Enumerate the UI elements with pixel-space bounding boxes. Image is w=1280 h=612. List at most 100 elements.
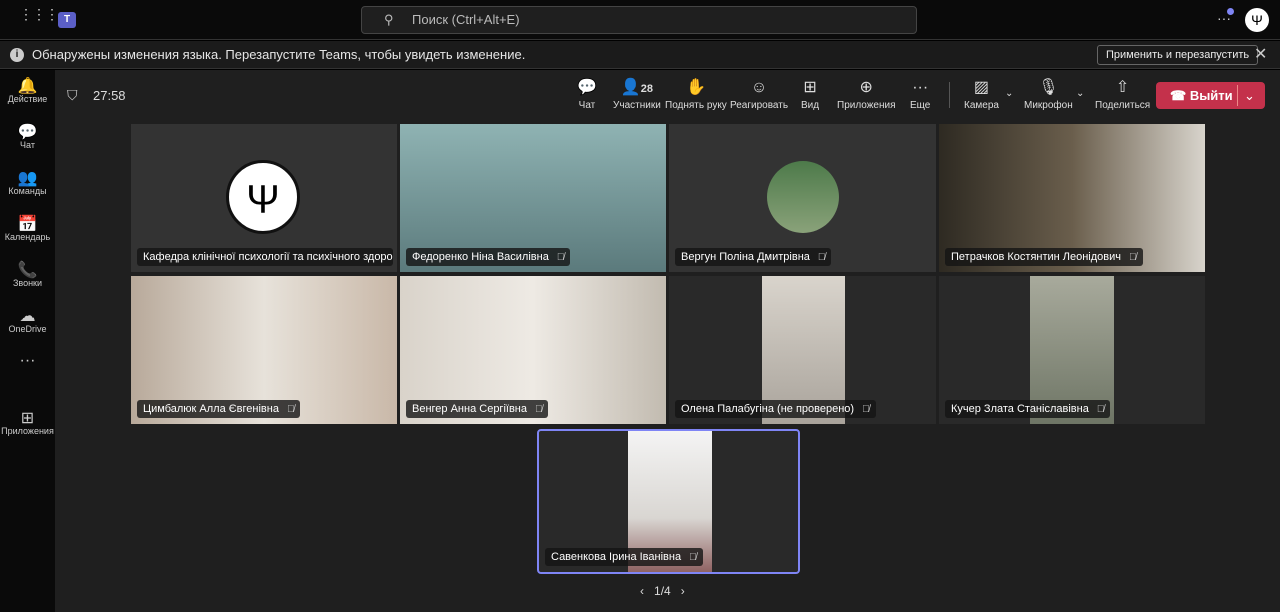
- share-icon: ⇧: [1115, 79, 1130, 96]
- leave-button[interactable]: ☎ Выйти ⌄: [1156, 82, 1265, 109]
- avatar[interactable]: Ψ: [1245, 8, 1269, 32]
- page-indicator: 1/4: [654, 584, 671, 598]
- label: Приложения: [837, 100, 896, 111]
- mic-muted-icon: 🎙̸: [286, 404, 295, 415]
- participant-tile[interactable]: Цимбалюк Алла Євгенівна 🎙̸: [131, 276, 397, 424]
- rail-label: OneDrive: [8, 324, 47, 334]
- label: Поделиться: [1095, 100, 1151, 111]
- participant-name-label: Кучер Злата Станіславівна 🎙̸: [945, 400, 1111, 418]
- rail-item-звонки[interactable]: 📞 Звонки: [0, 254, 55, 300]
- label: Участники: [613, 100, 661, 111]
- participant-tile[interactable]: Федоренко Ніна Василівна 🎙̸: [400, 124, 666, 272]
- camera-options-chevron-icon[interactable]: ⌄: [1005, 88, 1013, 99]
- react-button[interactable]: ☺ Реагировать: [730, 78, 788, 111]
- close-icon[interactable]: ✕: [1254, 41, 1267, 69]
- info-icon: i: [10, 48, 24, 62]
- rail-item-действие[interactable]: 🔔 Действие: [0, 70, 55, 116]
- label: Чат: [578, 100, 596, 111]
- raise-hand-button[interactable]: ✋ Поднять руку: [665, 78, 727, 111]
- next-page-icon[interactable]: ›: [681, 584, 685, 598]
- label: Камера: [964, 100, 999, 111]
- mic-muted-icon: 🎙̸: [1129, 252, 1137, 263]
- mic-muted-icon: 🎙̸: [817, 252, 826, 263]
- app-rail: 🔔 Действие 💬 Чат 👥 Команды 📅 Календарь 📞 Звонки ☁ O…: [0, 70, 55, 612]
- view-button[interactable]: ⊞ Вид: [801, 78, 819, 111]
- rail-item-приложения[interactable]: ⊞ Приложения: [0, 402, 55, 448]
- pager: ‹ 1/4 ›: [640, 584, 685, 598]
- participant-name: Олена Палабугіна (не проверено): [681, 403, 855, 415]
- participant-avatar: Ψ: [226, 160, 300, 234]
- rail-item-календарь[interactable]: 📅 Календарь: [0, 208, 55, 254]
- apps-button[interactable]: ⊕ Приложения: [837, 78, 896, 111]
- participant-name-label: Олена Палабугіна (не проверено) 🎙̸: [675, 400, 876, 418]
- mic-muted-icon: 🎙̸: [862, 404, 870, 415]
- participant-name-label: Венгер Анна Сергіївна 🎙̸: [406, 400, 549, 418]
- shield-icon: ⛉: [67, 87, 78, 103]
- participants-button[interactable]: 👤28 Участники: [613, 78, 661, 111]
- mic-muted-icon: 🎙̸: [689, 552, 697, 563]
- teams-logo-icon: T: [58, 12, 76, 28]
- rail-item-команды[interactable]: 👥 Команды: [0, 162, 55, 208]
- meeting-stage: ⛉ 27:58 💬 Чат 👤28 Участники ✋ Поднять руку …: [55, 70, 1280, 612]
- participant-name-label: Вергун Поліна Дмитрівна 🎙̸: [675, 248, 832, 266]
- participant-name: Федоренко Ніна Василівна: [412, 251, 549, 263]
- hand-icon: ✋: [685, 79, 706, 96]
- mic-muted-icon: 🎙̸: [556, 252, 565, 263]
- label: Вид: [801, 100, 820, 111]
- mic-off-icon: 🎙: [1038, 79, 1059, 96]
- people-icon: 👤28: [620, 79, 653, 96]
- rail-label: Приложения: [1, 426, 54, 436]
- more-icon: ···: [912, 79, 929, 96]
- camera-button[interactable]: ▨ Камера: [964, 78, 999, 111]
- mic-options-chevron-icon[interactable]: ⌄: [1076, 88, 1084, 99]
- chat-icon: 💬: [17, 124, 38, 141]
- participant-tile[interactable]: Венгер Анна Сергіївна 🎙̸: [400, 276, 666, 424]
- meeting-timer: 27:58: [93, 88, 126, 103]
- participant-name-label: Цимбалюк Алла Євгенівна 🎙̸: [137, 400, 301, 418]
- participant-tile[interactable]: Петрачков Костянтин Леонідович 🎙̸: [939, 124, 1205, 272]
- participant-name: Савенкова Ірина Іванівна: [551, 551, 682, 563]
- search-input[interactable]: ⚲ Поиск (Ctrl+Alt+E): [361, 6, 917, 34]
- participant-name: Кучер Злата Станіславівна: [951, 403, 1089, 415]
- bell-icon: 🔔: [17, 78, 38, 95]
- rail-item-more[interactable]: ···: [0, 346, 55, 392]
- grid-view-icon: ⊞: [803, 79, 817, 96]
- participant-name: Цимбалюк Алла Євгенівна: [143, 403, 279, 415]
- divider: [949, 82, 950, 108]
- rail-label: Действие: [7, 94, 48, 104]
- share-button[interactable]: ⇧ Поделиться: [1095, 78, 1150, 111]
- participant-name-label: Федоренко Ніна Василівна 🎙̸: [406, 248, 571, 266]
- mic-button[interactable]: 🎙 Микрофон: [1024, 78, 1073, 111]
- participant-tile[interactable]: Кучер Злата Станіславівна 🎙̸: [939, 276, 1205, 424]
- camera-off-icon: ▨: [973, 79, 990, 96]
- notification-dot: [1227, 8, 1234, 15]
- mic-muted-icon: 🎙̸: [534, 404, 543, 415]
- label: Выйти: [1189, 88, 1233, 103]
- search-icon: ⚲: [384, 12, 394, 27]
- participant-tile[interactable]: Ψ Кафедра клінічної психології та психіч…: [131, 124, 397, 272]
- chat-button[interactable]: 💬 Чат: [577, 78, 597, 111]
- participant-name-label: Савенкова Ірина Іванівна 🎙̸: [545, 548, 703, 566]
- banner-message: Обнаружены изменения языка. Перезапустит…: [32, 47, 526, 62]
- divider: [1237, 85, 1238, 106]
- more-button[interactable]: ··· Еще: [910, 78, 930, 111]
- participant-tile[interactable]: Олена Палабугіна (не проверено) 🎙̸: [669, 276, 936, 424]
- label: Поднять руку: [665, 100, 727, 111]
- prev-page-icon[interactable]: ‹: [640, 584, 644, 598]
- meeting-toolbar: ⛉ 27:58 💬 Чат 👤28 Участники ✋ Поднять руку …: [55, 70, 1280, 120]
- rail-item-onedrive[interactable]: ☁ OneDrive: [0, 300, 55, 346]
- apply-restart-button[interactable]: Применить и перезапустить: [1097, 45, 1259, 65]
- participant-tile[interactable]: Вергун Поліна Дмитрівна 🎙̸: [669, 124, 936, 272]
- participant-name: Кафедра клінічної психології та психічно…: [143, 251, 393, 263]
- leave-options-chevron-icon[interactable]: ⌄: [1244, 82, 1255, 109]
- teams-icon: 👥: [17, 170, 38, 187]
- phone-icon: 📞: [17, 262, 38, 279]
- participant-tile[interactable]: Савенкова Ірина Іванівна 🎙̸: [537, 429, 800, 574]
- label: Реагировать: [730, 100, 789, 111]
- title-bar: ⋮⋮⋮ T ⚲ Поиск (Ctrl+Alt+E) ··· Ψ: [0, 0, 1280, 40]
- app-launcher-icon[interactable]: ⋮⋮⋮: [19, 7, 59, 28]
- more-icon: ···: [19, 352, 36, 369]
- label: Еще: [910, 100, 931, 111]
- rail-item-чат[interactable]: 💬 Чат: [0, 116, 55, 162]
- label: Микрофон: [1024, 100, 1073, 111]
